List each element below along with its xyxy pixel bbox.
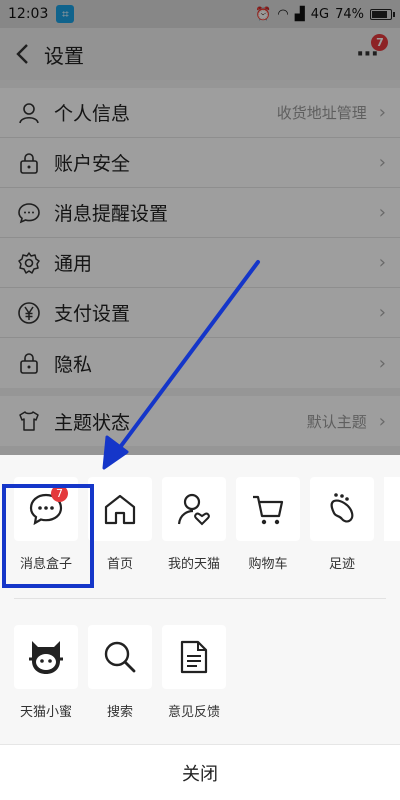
sheet-item-cart[interactable]: 购物车: [236, 477, 300, 572]
tile-label: 足迹: [328, 557, 355, 572]
sheet-divider: [14, 598, 386, 599]
annotation-highlight-box: [2, 484, 94, 588]
user-heart-icon: [177, 493, 210, 526]
tile-box: [236, 477, 300, 541]
sheet-item-feedback[interactable]: 意见反馈: [162, 625, 226, 720]
tile-label: 首页: [106, 557, 133, 572]
tile-box: [88, 477, 152, 541]
close-button[interactable]: 关闭: [0, 744, 400, 800]
tile-label: 天猫小蜜: [19, 705, 72, 720]
dim-overlay[interactable]: [0, 0, 400, 455]
sheet-item-search[interactable]: 搜索: [88, 625, 152, 720]
tile-label: 购物车: [248, 557, 288, 572]
tile-box: [162, 477, 226, 541]
sheet-item-tmall-assistant[interactable]: 天猫小蜜: [14, 625, 78, 720]
sheet-item-more-partial[interactable]: [384, 477, 400, 572]
search-icon: [104, 641, 136, 673]
tile-label: 意见反馈: [167, 705, 220, 720]
tile-box: [310, 477, 374, 541]
tile-box: [88, 625, 152, 689]
tile-box: [162, 625, 226, 689]
tile-label: 我的天猫: [167, 557, 220, 572]
tile-box: [14, 625, 78, 689]
sheet-item-footprint[interactable]: 足迹: [310, 477, 374, 572]
cart-icon: [253, 495, 284, 525]
home-icon: [104, 494, 136, 525]
tmall-assistant-icon: [29, 641, 63, 674]
share-sheet-row-2: 天猫小蜜 搜索 意见反馈: [0, 625, 400, 720]
tile-label: 搜索: [106, 705, 133, 720]
sheet-item-my-tmall[interactable]: 我的天猫: [162, 477, 226, 572]
tile-box: [384, 477, 400, 541]
share-sheet: 7 消息盒子 首页 我的天猫 购物车 足迹 天猫小蜜 搜索 意见反馈 关闭: [0, 455, 400, 800]
sheet-item-home[interactable]: 首页: [88, 477, 152, 572]
feedback-doc-icon: [180, 640, 208, 674]
footprint-icon: [330, 493, 354, 523]
